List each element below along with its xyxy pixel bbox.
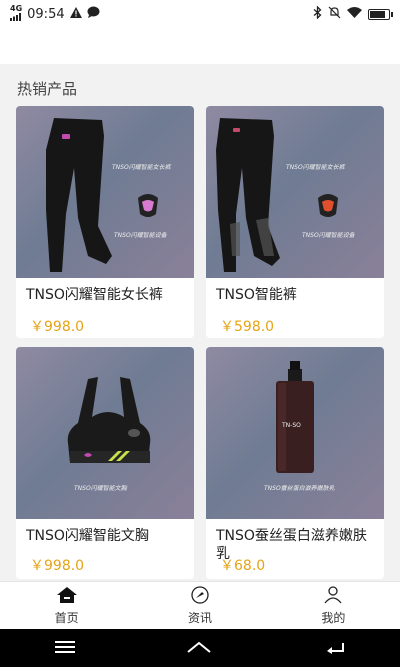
top-bar (0, 28, 400, 64)
product-tag: TNSO闪耀智能设备 (302, 232, 355, 239)
clock: 09:54 (27, 6, 65, 22)
tab-label: 资讯 (187, 610, 212, 625)
product-name: TNSO闪耀智能文胸 (26, 528, 149, 544)
product-tag: TNSO闪耀智能女长裤 (286, 164, 345, 171)
tab-profile[interactable]: 我的 (267, 582, 400, 629)
news-icon (189, 585, 211, 607)
tab-news[interactable]: 资讯 (133, 582, 266, 629)
back-icon[interactable] (323, 639, 345, 658)
product-price: ￥998.0 (30, 558, 85, 574)
tab-label: 我的 (321, 610, 346, 625)
product-card[interactable]: TN-SO TNSO蚕丝蛋白滋养嫩肤乳 TNSO蚕丝蛋白滋养嫩肤乳 ￥68.0 (206, 347, 384, 579)
home-icon (56, 586, 78, 607)
tab-bar: 首页 资讯 我的 (0, 581, 400, 629)
product-image: TNSO闪耀智能文胸 (16, 347, 194, 519)
battery-icon (368, 8, 393, 20)
product-card[interactable]: TNSO闪耀智能女长裤 TNSO闪耀智能设备 TNSO智能裤 ￥598.0 (206, 106, 384, 338)
product-name: TNSO智能裤 (216, 287, 297, 303)
tab-label: 首页 (54, 610, 79, 625)
message-icon (87, 6, 100, 22)
mute-bell-icon (328, 6, 341, 22)
product-tag: TNSO蚕丝蛋白滋养嫩肤乳 (264, 485, 335, 492)
wifi-icon (347, 7, 362, 21)
product-price: ￥68.0 (220, 558, 266, 574)
product-tag: TNSO闪耀智能设备 (114, 232, 167, 239)
profile-icon (322, 585, 344, 607)
bottle-label: TN-SO (281, 422, 301, 429)
product-card[interactable]: TNSO闪耀智能文胸 TNSO闪耀智能文胸 ￥998.0 (16, 347, 194, 579)
product-image: TNSO闪耀智能女长裤 TNSO闪耀智能设备 (16, 106, 194, 278)
signal-indicator: 4G (10, 5, 22, 23)
home-nav-icon[interactable] (186, 639, 212, 658)
section-title: 热销产品 (17, 80, 78, 98)
product-tag: TNSO闪耀智能女长裤 (112, 164, 171, 171)
menu-icon[interactable] (55, 639, 76, 658)
product-image: TNSO闪耀智能女长裤 TNSO闪耀智能设备 (206, 106, 384, 278)
product-card[interactable]: TNSO闪耀智能女长裤 TNSO闪耀智能设备 TNSO闪耀智能女长裤 ￥998.… (16, 106, 194, 338)
product-price: ￥598.0 (220, 319, 275, 335)
product-tag: TNSO闪耀智能文胸 (74, 485, 127, 492)
product-name: TNSO闪耀智能女长裤 (26, 287, 163, 303)
product-price: ￥998.0 (30, 319, 85, 335)
warning-icon (69, 6, 82, 22)
product-image: TN-SO TNSO蚕丝蛋白滋养嫩肤乳 (206, 347, 384, 519)
bluetooth-icon (313, 5, 322, 22)
tab-home[interactable]: 首页 (0, 582, 133, 629)
system-nav-bar (0, 629, 400, 667)
status-bar: 4G 09:54 (0, 0, 400, 28)
